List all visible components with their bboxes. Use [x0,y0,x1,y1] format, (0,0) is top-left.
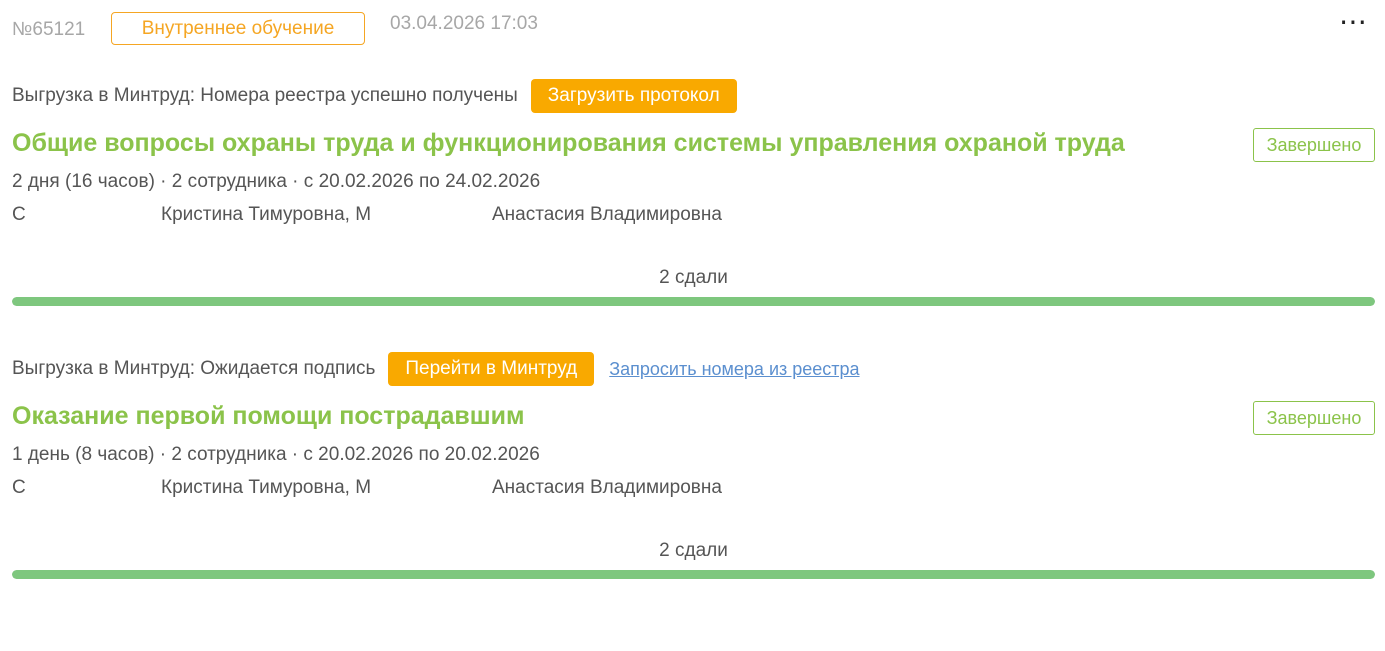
go-to-mintrud-button[interactable]: Перейти в Минтруд [388,352,595,386]
progress-bar [12,570,1375,579]
progress-bar [12,297,1375,306]
progress-fill [12,570,1375,579]
request-registry-numbers-link[interactable]: Запросить номера из реестра [609,359,859,380]
export-status: Выгрузка в Минтруд: Ожидается подпись [12,358,376,379]
course-card: Выгрузка в Минтруд: Номера реестра успеш… [12,79,1375,306]
passed-count: 2 сдали [659,540,728,561]
course-meta: 1 день (8 часов) · 2 сотрудника · с 20.0… [12,444,540,465]
created-date: 03.04.2026 17:03 [390,13,538,34]
training-type-badge: Внутреннее обучение [111,12,365,45]
participant-name: Анастасия Владимировна [492,204,722,225]
status-badge: Завершено [1253,128,1375,162]
passed-count: 2 сдали [659,267,728,288]
course-meta: 2 дня (16 часов) · 2 сотрудника · с 20.0… [12,171,541,192]
export-row: Выгрузка в Минтруд: Ожидается подпись Пе… [12,352,1375,386]
course-card: Выгрузка в Минтруд: Ожидается подпись Пе… [12,352,1375,579]
status-badge: Завершено [1253,401,1375,435]
export-row: Выгрузка в Минтруд: Номера реестра успеш… [12,79,1375,113]
participant-name: Анастасия Владимировна [492,477,722,498]
participant-name: С [12,477,26,498]
export-status: Выгрузка в Минтруд: Номера реестра успеш… [12,85,518,106]
upload-protocol-button[interactable]: Загрузить протокол [530,79,737,113]
progress-fill [12,297,1375,306]
order-number: №65121 [12,19,86,40]
order-header: №65121 Внутреннее обучение 03.04.2026 17… [12,8,1373,48]
participant-name: Кристина Тимуровна, М [161,477,372,498]
participants-row: С Кристина Тимуровна, М Анастасия Владим… [12,204,912,228]
course-title[interactable]: Общие вопросы охраны труда и функциониро… [12,129,1125,158]
course-title[interactable]: Оказание первой помощи пострадавшим [12,402,524,431]
participant-name: С [12,204,26,225]
participant-name: Кристина Тимуровна, М [161,204,372,225]
participants-row: С Кристина Тимуровна, М Анастасия Владим… [12,477,912,501]
more-options-icon[interactable]: ⋯ [1337,8,1371,42]
